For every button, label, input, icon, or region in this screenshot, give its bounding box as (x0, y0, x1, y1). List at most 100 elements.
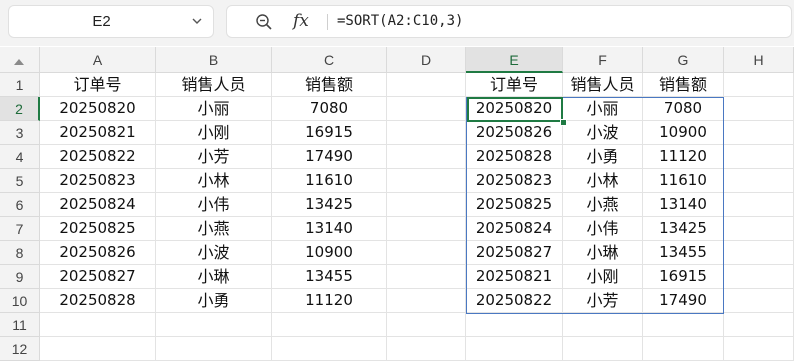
cell-b2[interactable]: 小丽 (156, 97, 272, 121)
cell-b11[interactable] (156, 313, 272, 337)
cell-d9[interactable] (387, 265, 466, 289)
cell-h2[interactable] (724, 97, 794, 121)
column-header-f[interactable]: F (563, 47, 643, 73)
cell-c4[interactable]: 17490 (272, 145, 387, 169)
cell-f5[interactable]: 小林 (563, 169, 643, 193)
cell-e3[interactable]: 20250826 (466, 121, 563, 145)
cell-g1[interactable]: 销售额 (643, 73, 724, 97)
cell-d8[interactable] (387, 241, 466, 265)
cell-c6[interactable]: 13425 (272, 193, 387, 217)
row-header-4[interactable]: 4 (0, 145, 40, 169)
chevron-down-icon[interactable] (191, 15, 203, 27)
select-all-corner[interactable] (0, 47, 40, 73)
cell-f3[interactable]: 小波 (563, 121, 643, 145)
cell-g3[interactable]: 10900 (643, 121, 724, 145)
cell-a5[interactable]: 20250823 (40, 169, 156, 193)
row-header-5[interactable]: 5 (0, 169, 40, 193)
cell-b1[interactable]: 销售人员 (156, 73, 272, 97)
cell-a6[interactable]: 20250824 (40, 193, 156, 217)
cell-c12[interactable] (272, 337, 387, 361)
cell-g5[interactable]: 11610 (643, 169, 724, 193)
cell-a11[interactable] (40, 313, 156, 337)
row-header-10[interactable]: 10 (0, 289, 40, 313)
cell-c11[interactable] (272, 313, 387, 337)
cell-g10[interactable]: 17490 (643, 289, 724, 313)
row-header-1[interactable]: 1 (0, 73, 40, 97)
cell-b4[interactable]: 小芳 (156, 145, 272, 169)
cell-f1[interactable]: 销售人员 (563, 73, 643, 97)
cell-f8[interactable]: 小琳 (563, 241, 643, 265)
cell-a2[interactable]: 20250820 (40, 97, 156, 121)
cell-h8[interactable] (724, 241, 794, 265)
cell-e10[interactable]: 20250822 (466, 289, 563, 313)
cell-f11[interactable] (563, 313, 643, 337)
cell-f10[interactable]: 小芳 (563, 289, 643, 313)
column-header-e[interactable]: E (466, 47, 563, 73)
column-header-h[interactable]: H (724, 47, 794, 73)
cell-f4[interactable]: 小勇 (563, 145, 643, 169)
cell-b10[interactable]: 小勇 (156, 289, 272, 313)
cell-e2[interactable]: 20250820 (466, 97, 563, 121)
cell-h4[interactable] (724, 145, 794, 169)
cell-e7[interactable]: 20250824 (466, 217, 563, 241)
row-header-2[interactable]: 2 (0, 97, 40, 121)
cell-d12[interactable] (387, 337, 466, 361)
zoom-out-icon[interactable] (255, 13, 273, 31)
cell-e9[interactable]: 20250821 (466, 265, 563, 289)
cell-d7[interactable] (387, 217, 466, 241)
cell-f12[interactable] (563, 337, 643, 361)
cell-e5[interactable]: 20250823 (466, 169, 563, 193)
cell-c10[interactable]: 11120 (272, 289, 387, 313)
cell-b8[interactable]: 小波 (156, 241, 272, 265)
cell-f9[interactable]: 小刚 (563, 265, 643, 289)
cell-c7[interactable]: 13140 (272, 217, 387, 241)
cell-g12[interactable] (643, 337, 724, 361)
cell-c1[interactable]: 销售额 (272, 73, 387, 97)
cell-c9[interactable]: 13455 (272, 265, 387, 289)
cell-h5[interactable] (724, 169, 794, 193)
cell-f7[interactable]: 小伟 (563, 217, 643, 241)
cell-h6[interactable] (724, 193, 794, 217)
cell-a7[interactable]: 20250825 (40, 217, 156, 241)
cell-b9[interactable]: 小琳 (156, 265, 272, 289)
row-header-7[interactable]: 7 (0, 217, 40, 241)
column-header-a[interactable]: A (40, 47, 156, 73)
row-header-3[interactable]: 3 (0, 121, 40, 145)
spreadsheet-grid[interactable]: A B C D E F G H 1 2 3 4 5 6 7 8 9 10 11 12 订单号 销售人员 销售额 订单号 销售人员… (0, 47, 794, 361)
cell-h10[interactable] (724, 289, 794, 313)
cell-a4[interactable]: 20250822 (40, 145, 156, 169)
cell-g4[interactable]: 11120 (643, 145, 724, 169)
cell-c3[interactable]: 16915 (272, 121, 387, 145)
cell-h12[interactable] (724, 337, 794, 361)
cell-a12[interactable] (40, 337, 156, 361)
cell-h1[interactable] (724, 73, 794, 97)
function-icon[interactable]: fx (293, 9, 309, 33)
cell-b7[interactable]: 小燕 (156, 217, 272, 241)
cell-f2[interactable]: 小丽 (563, 97, 643, 121)
formula-box[interactable]: fx =SORT(A2:C10,3) (226, 5, 792, 38)
cell-d11[interactable] (387, 313, 466, 337)
cell-h9[interactable] (724, 265, 794, 289)
cell-f6[interactable]: 小燕 (563, 193, 643, 217)
cell-g8[interactable]: 13455 (643, 241, 724, 265)
cell-h11[interactable] (724, 313, 794, 337)
cell-a9[interactable]: 20250827 (40, 265, 156, 289)
cell-e1[interactable]: 订单号 (466, 73, 563, 97)
cell-d1[interactable] (387, 73, 466, 97)
cell-d5[interactable] (387, 169, 466, 193)
cell-d3[interactable] (387, 121, 466, 145)
cell-c2[interactable]: 7080 (272, 97, 387, 121)
cell-d10[interactable] (387, 289, 466, 313)
cell-h3[interactable] (724, 121, 794, 145)
cell-e6[interactable]: 20250825 (466, 193, 563, 217)
fill-handle[interactable] (560, 119, 567, 126)
column-header-d[interactable]: D (387, 47, 466, 73)
name-box[interactable]: E2 (8, 5, 214, 38)
cell-b12[interactable] (156, 337, 272, 361)
row-header-11[interactable]: 11 (0, 313, 40, 337)
cell-d6[interactable] (387, 193, 466, 217)
cell-g7[interactable]: 13425 (643, 217, 724, 241)
cell-c8[interactable]: 10900 (272, 241, 387, 265)
cell-e8[interactable]: 20250827 (466, 241, 563, 265)
cell-b6[interactable]: 小伟 (156, 193, 272, 217)
